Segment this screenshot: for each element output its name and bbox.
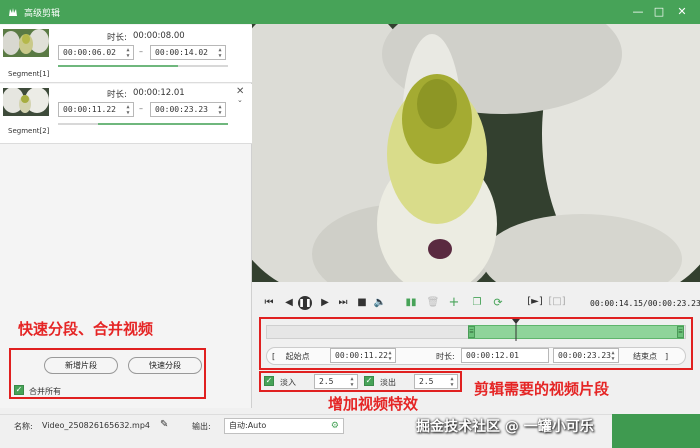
annotation-left: 快速分段、合并视频: [18, 320, 154, 338]
segment-range-fill: [98, 123, 228, 125]
app-logo-icon: [9, 8, 17, 16]
file-name-value: Video_250826165632.mp4: [42, 421, 150, 430]
playback-time: 00:00:14.15/00:00:23.23: [590, 299, 700, 308]
gear-icon[interactable]: ⚙: [331, 419, 339, 433]
split-icon[interactable]: ▮▮: [404, 297, 418, 308]
segment-duration-value: 00:00:12.01: [133, 88, 185, 98]
close-window-icon[interactable]: ✕: [674, 4, 690, 20]
timeline-selection[interactable]: [468, 325, 684, 339]
maximize-icon[interactable]: □: [651, 4, 667, 20]
mark-in-icon[interactable]: [►]: [526, 296, 544, 307]
segment-end-input[interactable]: 00:00:14.02 ▲ ▼: [150, 45, 226, 60]
skip-start-icon[interactable]: ⏮: [262, 297, 276, 308]
copy-icon[interactable]: ❐: [470, 297, 484, 308]
spin-arrows-icon[interactable]: ▲ ▼: [349, 376, 355, 388]
stop-icon[interactable]: ■: [355, 297, 369, 308]
quick-split-button[interactable]: 快速分段: [128, 357, 202, 374]
footer-bar: [0, 414, 700, 448]
start-button[interactable]: [612, 414, 700, 448]
edit-name-icon[interactable]: ✎: [160, 419, 168, 430]
add-segment-button[interactable]: 新增片段: [44, 357, 118, 374]
segment-thumbnail: [3, 88, 49, 116]
spin-arrows-icon[interactable]: ▲ ▼: [217, 104, 223, 116]
fade-in-checkbox[interactable]: ✓: [264, 376, 274, 386]
trim-end-input[interactable]: 00:00:23.23 ▲ ▼: [553, 348, 619, 363]
segment-label: Segment[1]: [8, 70, 50, 78]
trim-duration-display: 00:00:12.01: [461, 348, 549, 363]
mark-out-icon[interactable]: [□]: [548, 296, 566, 307]
segment-end-input[interactable]: 00:00:23.23 ▲ ▼: [150, 102, 226, 117]
set-end-button[interactable]: 结束点]: [633, 351, 668, 362]
selection-end-handle[interactable]: ☰: [677, 326, 684, 338]
spin-arrows-icon[interactable]: ▲ ▼: [125, 47, 131, 59]
skip-end-icon[interactable]: ⏭: [336, 297, 350, 308]
segment-duration-label: 时长:: [107, 90, 127, 100]
segment-duration-label: 时长:: [107, 33, 127, 43]
segment-duration-value: 00:00:08.00: [133, 31, 185, 41]
segment-start-input[interactable]: 00:00:11.22 ▲ ▼: [58, 102, 134, 117]
range-dash: –: [139, 47, 143, 56]
file-name-label: 名称:: [14, 422, 33, 431]
watermark-text: 掘金技术社区 @ 一罐小可乐: [416, 419, 594, 435]
segment-item[interactable]: Segment[1] 时长: 00:00:08.00 00:00:06.02 ▲…: [0, 25, 252, 83]
minimize-icon[interactable]: —: [630, 4, 646, 20]
range-dash: –: [139, 104, 143, 113]
fade-in-input[interactable]: 2.5 ▲ ▼: [314, 374, 358, 389]
video-preview[interactable]: [252, 24, 700, 282]
title-bar: 高级剪辑 — □ ✕: [0, 0, 700, 24]
pause-icon[interactable]: ❚❚: [298, 296, 312, 310]
trim-duration-label: 时长:: [436, 352, 455, 361]
spin-arrows-icon[interactable]: ▲ ▼: [449, 376, 455, 388]
fade-out-input[interactable]: 2.5 ▲ ▼: [414, 374, 458, 389]
spin-arrows-icon[interactable]: ▲ ▼: [387, 350, 393, 362]
segment-thumbnail: [3, 29, 49, 57]
video-frame: [252, 24, 700, 282]
playhead-icon[interactable]: [512, 319, 520, 341]
segment-item[interactable]: Segment[2] 时长: 00:00:12.01 ✕ ⌄ 00:00:11.…: [0, 84, 252, 144]
fade-out-checkbox[interactable]: ✓: [364, 376, 374, 386]
segment-start-input[interactable]: 00:00:06.02 ▲ ▼: [58, 45, 134, 60]
selection-start-handle[interactable]: ☰: [468, 326, 475, 338]
fade-in-label: 淡入: [280, 378, 296, 387]
merge-all-label: 合并所有: [29, 387, 61, 396]
merge-all-checkbox[interactable]: ✓: [14, 385, 24, 395]
reset-icon[interactable]: ⟳: [491, 296, 505, 309]
volume-icon[interactable]: 🔈: [373, 297, 387, 308]
set-start-button[interactable]: [ 起始点: [272, 351, 310, 362]
annotation-effects: 增加视频特效: [328, 395, 419, 413]
spin-arrows-icon[interactable]: ▲ ▼: [610, 350, 616, 362]
fade-out-label: 淡出: [380, 378, 396, 387]
step-forward-icon[interactable]: ▶: [318, 297, 332, 308]
output-label: 输出:: [192, 422, 211, 431]
trim-start-input[interactable]: 00:00:11.22 ▲ ▼: [330, 348, 396, 363]
delete-icon[interactable]: 🗑: [426, 297, 440, 308]
segment-label: Segment[2]: [8, 127, 50, 135]
add-icon[interactable]: +: [447, 295, 461, 310]
window-title: 高级剪辑: [24, 9, 61, 19]
segment-range-fill: [58, 65, 178, 67]
segment-collapse-icon[interactable]: ⌄: [237, 96, 243, 104]
spin-arrows-icon[interactable]: ▲ ▼: [217, 47, 223, 59]
output-select[interactable]: 自动:Auto ⚙: [224, 418, 344, 434]
annotation-right: 剪辑需要的视频片段: [474, 380, 610, 398]
step-back-icon[interactable]: ◀: [282, 297, 296, 308]
spin-arrows-icon[interactable]: ▲ ▼: [125, 104, 131, 116]
